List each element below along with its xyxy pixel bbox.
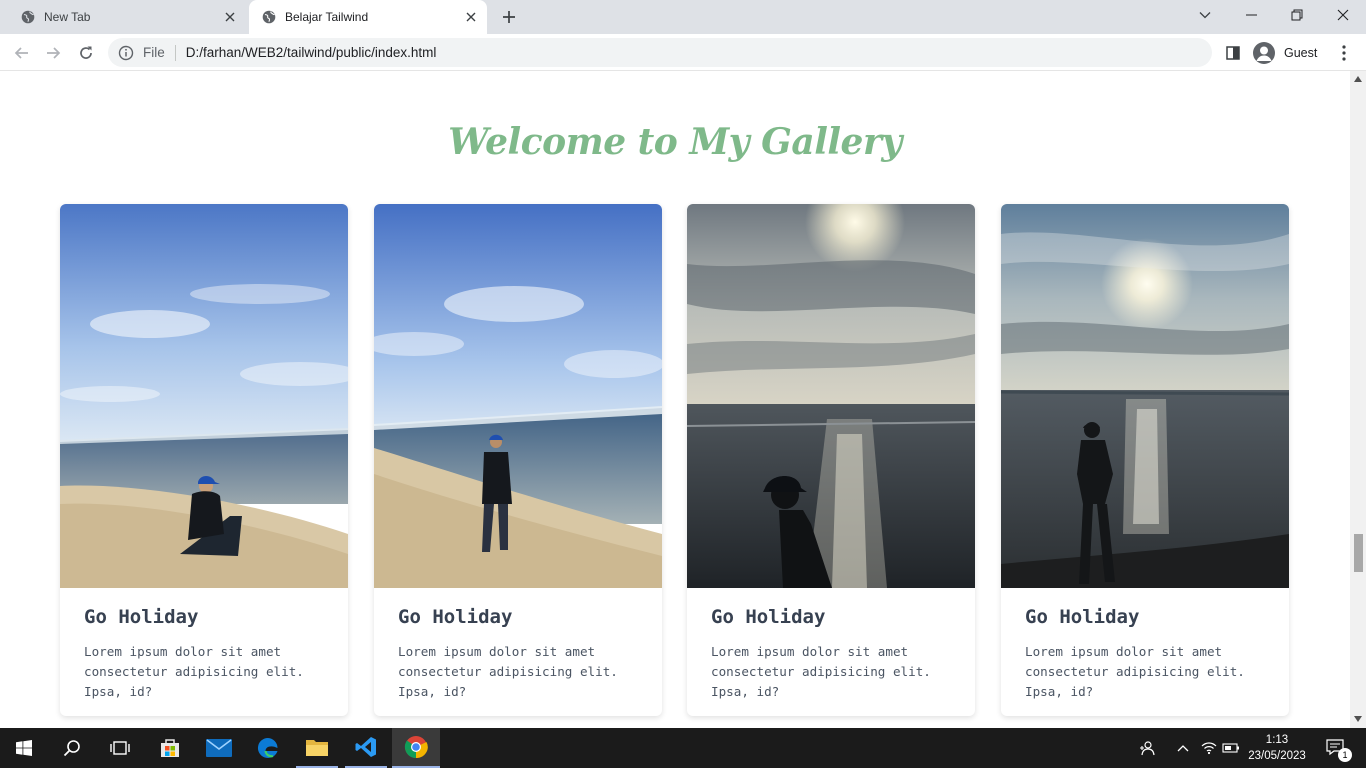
card-description: Lorem ipsum dolor sit amet consectetur a… [711,644,931,699]
plus-icon [503,11,515,23]
back-button[interactable] [9,40,35,66]
page-title: Welcome to My Gallery [448,121,902,163]
gallery-card: Go Holiday Lorem ipsum dolor sit amet co… [687,204,975,716]
vscode-button[interactable] [345,728,387,768]
card-description: Lorem ipsum dolor sit amet consectetur a… [84,644,304,699]
file-explorer-button[interactable] [296,728,338,768]
side-panel-button[interactable] [1222,42,1244,64]
card-title: Go Holiday [711,606,826,628]
task-view-button[interactable] [100,728,140,768]
gallery-card: Go Holiday Lorem ipsum dolor sit amet co… [1001,204,1289,716]
browser-toolbar: File D:/farhan/WEB2/tailwind/public/inde… [0,34,1366,71]
microsoft-store-button[interactable] [149,728,191,768]
browser-menu-button[interactable] [1334,40,1354,66]
minimize-button[interactable] [1228,0,1274,30]
show-hidden-icons-button[interactable] [1172,728,1194,768]
wifi-icon [1201,742,1217,755]
tab-strip: New Tab Belajar Tailwind [0,0,1366,34]
action-center-button[interactable]: 1 [1318,728,1354,768]
chrome-button[interactable] [392,728,440,768]
close-icon[interactable] [463,9,479,25]
windows-logo-icon [16,740,32,756]
url-text[interactable]: D:/farhan/WEB2/tailwind/public/index.htm… [186,45,437,60]
divider [174,44,176,61]
people-icon [1140,741,1155,756]
forward-button[interactable] [40,40,66,66]
side-panel-icon [1226,46,1240,60]
taskbar-clock[interactable]: 1:13 23/05/2023 [1246,732,1308,764]
mail-button[interactable] [198,728,240,768]
gallery-photo [1001,204,1289,588]
card-title: Go Holiday [398,606,513,628]
people-button[interactable] [1136,728,1158,768]
tab-new-tab[interactable]: New Tab [8,0,246,34]
battery-button[interactable] [1220,728,1242,768]
task-view-icon [110,741,130,755]
close-window-button[interactable] [1320,0,1366,30]
chrome-icon [404,736,428,759]
clock-date: 23/05/2023 [1248,750,1306,762]
tab-search-button[interactable] [1182,0,1228,30]
scroll-up-icon [1354,76,1362,82]
windows-taskbar: 1:13 23/05/2023 1 [0,728,1366,768]
clock-time: 1:13 [1265,734,1289,746]
search-button[interactable] [52,728,92,768]
gallery-photo [60,204,348,588]
reload-icon [80,46,92,59]
address-bar[interactable]: File D:/farhan/WEB2/tailwind/public/inde… [108,38,1212,67]
gallery-card: Go Holiday Lorem ipsum dolor sit amet co… [374,204,662,716]
globe-icon [261,9,277,25]
minimize-icon [1245,14,1257,16]
scrollbar-thumb[interactable] [1354,534,1363,572]
restore-button[interactable] [1274,0,1320,30]
card-description: Lorem ipsum dolor sit amet consectetur a… [1025,644,1245,699]
page-scrollbar[interactable] [1350,71,1366,728]
tab-title: Belajar Tailwind [285,10,369,24]
avatar-icon [1253,41,1275,64]
gallery-card: Go Holiday Lorem ipsum dolor sit amet co… [60,204,348,716]
card-title: Go Holiday [1025,606,1140,628]
tab-title: New Tab [44,10,91,24]
store-icon [161,739,179,757]
page-viewport: Welcome to My Gallery Go Holiday Lorem i… [0,71,1350,728]
battery-icon [1222,743,1239,753]
profile-button[interactable]: Guest [1253,39,1317,66]
close-icon [1337,9,1349,21]
file-explorer-icon [306,740,328,756]
info-icon [118,45,134,60]
reload-button[interactable] [73,40,99,66]
edge-icon [257,737,278,758]
scroll-down-icon [1354,716,1362,722]
gallery-photo [687,204,975,588]
tab-belajar-tailwind[interactable]: Belajar Tailwind [249,0,487,34]
globe-icon [20,9,36,25]
edge-button[interactable] [247,728,289,768]
new-tab-button[interactable] [498,7,520,27]
chevron-up-icon [1177,745,1189,752]
card-description: Lorem ipsum dolor sit amet consectetur a… [398,644,618,699]
more-vertical-icon [1342,45,1346,61]
arrow-left-icon [14,47,28,59]
restore-icon [1291,9,1303,21]
chevron-down-icon [1199,12,1211,19]
vscode-icon [355,737,376,757]
mail-icon [206,739,232,757]
close-icon[interactable] [222,9,238,25]
scheme-label: File [143,45,165,60]
network-button[interactable] [1198,728,1220,768]
gallery-photo [374,204,662,588]
notification-count-badge: 1 [1338,748,1352,762]
profile-label: Guest [1284,45,1318,60]
search-icon [63,740,80,757]
card-title: Go Holiday [84,606,199,628]
start-button[interactable] [4,728,44,768]
arrow-right-icon [47,47,61,59]
